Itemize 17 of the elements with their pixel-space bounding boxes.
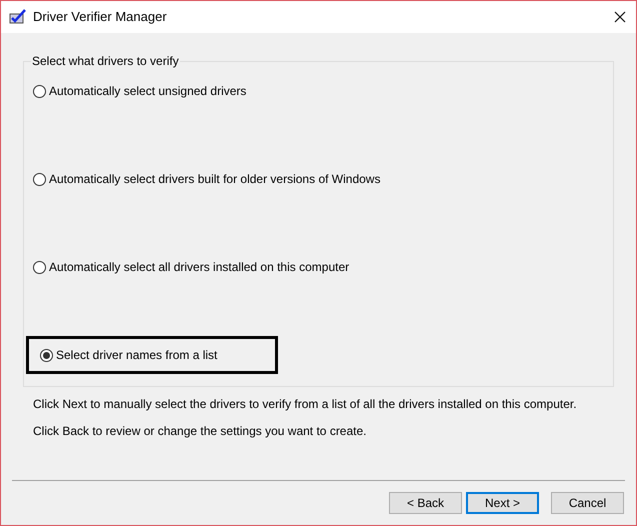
checklist-icon: [9, 9, 27, 25]
radio-button[interactable]: [33, 172, 46, 186]
instruction-text: Click Next to manually select the drivers to verify from a list of all the drivers installed on this computer.: [33, 396, 578, 412]
close-icon[interactable]: [614, 11, 626, 23]
dialog-button[interactable]: Cancel: [551, 492, 624, 514]
window-title: Driver Verifier Manager: [33, 8, 167, 26]
dialog-button[interactable]: < Back: [389, 492, 462, 514]
radio-label[interactable]: Automatically select unsigned drivers: [49, 82, 246, 100]
radio-label[interactable]: Automatically select drivers built for older versions of Windows: [49, 170, 380, 188]
instruction-text: Click Back to review or change the settings you want to create.: [33, 423, 368, 439]
radio-button[interactable]: [33, 84, 46, 98]
group-title: Select what drivers to verify: [31, 53, 180, 69]
radio-button[interactable]: [33, 260, 46, 274]
radio-label[interactable]: Automatically select all drivers installed on this computer: [49, 258, 350, 276]
radio-label[interactable]: Select driver names from a list: [56, 346, 218, 364]
radio-button[interactable]: [40, 348, 53, 362]
dialog-button[interactable]: Next >: [466, 492, 539, 514]
